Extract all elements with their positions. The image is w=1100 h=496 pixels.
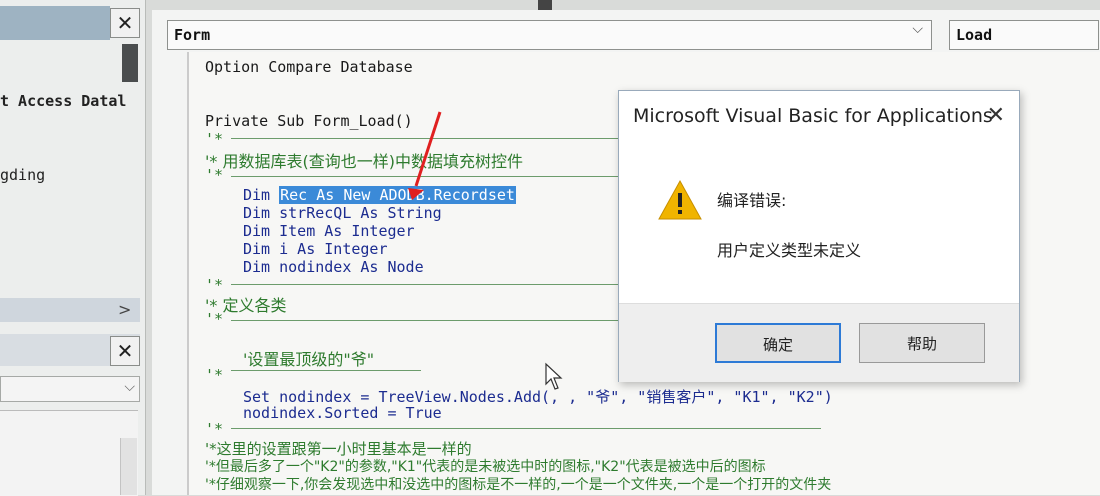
error-message: 用户定义类型未定义 [717,241,862,260]
comment-line[interactable]: '* [205,366,223,384]
annotation-arrow-icon [408,111,442,200]
panel-close-button[interactable]: ✕ [110,8,140,38]
panel-text-item: gding [0,166,46,184]
help-button[interactable]: 帮助 [859,323,985,363]
procedure-combo-value: Load [956,26,993,44]
code-line-dim[interactable]: Dim nodindex As Node [243,258,424,276]
panel-titlebar [0,6,110,40]
comment-rule [231,428,821,429]
error-title: 编译错误: [717,191,787,210]
panel-combo[interactable]: ⌵ [0,376,140,402]
code-line-dim-rec[interactable]: Dim Rec As New ADODB.Recordset [243,186,516,204]
selected-text[interactable]: Rec As New ADODB.Recordset [279,186,516,204]
comment-rule [231,320,621,321]
chevron-down-icon[interactable]: ⌵ [912,21,923,37]
ok-button[interactable]: 确定 [715,323,841,363]
panel-text-access: t Access Datal [0,92,127,110]
chevron-right-icon[interactable]: > [118,300,131,319]
panel-list-scrollbar[interactable] [120,438,137,495]
mouse-cursor-icon [545,362,563,390]
left-panel: ✕ t Access Datal gding > ✕ ⌵ [0,0,146,496]
dialog-title: Microsoft Visual Basic for Applications [633,105,993,127]
code-line-dim[interactable]: Dim i As Integer [243,240,388,258]
comment-line[interactable]: '* [205,420,223,438]
error-dialog: Microsoft Visual Basic for Applications … [618,90,1020,382]
warning-icon [658,179,702,220]
chevron-down-icon[interactable]: ⌵ [124,379,135,395]
procedure-combo[interactable]: Load [949,20,1099,50]
code-line-dim[interactable]: Dim Item As Integer [243,222,415,240]
panel-scrollbar[interactable] [122,44,138,82]
comment-rule [231,370,421,371]
comment-line[interactable]: '* [205,166,223,184]
code-line-option[interactable]: Option Compare Database [205,58,413,76]
code-line-sub[interactable]: Private Sub Form_Load() [205,112,413,130]
code-line-sorted[interactable]: nodindex.Sorted = True [243,404,442,422]
comment-line[interactable]: '* [205,310,223,328]
comment-line[interactable]: '* [205,130,223,148]
comment-line[interactable]: '*但最后多了一个"K2"的参数,"K1"代表的是未被选中时的图标,"K2"代表… [205,456,766,476]
close-icon[interactable]: ✕ [987,103,1005,128]
comment-line[interactable]: '*仔细观察一下,你会发现选中和没选中的图标是不一样的,一个是一个文件夹,一个是… [205,474,831,494]
comment-line[interactable]: '设置最顶级的"爷" [243,346,374,370]
comment-rule [231,284,621,285]
object-combo-value: Form [174,26,211,44]
window-notch [538,0,552,10]
dim-keyword: Dim [243,186,280,204]
panel-list[interactable] [0,410,138,496]
comment-line[interactable]: '* 用数据库表(查询也一样)中数据填充树控件 [205,148,523,172]
section-close-button[interactable]: ✕ [110,336,140,366]
object-combo[interactable]: Form ⌵ [167,20,932,50]
code-line-dim[interactable]: Dim strRecQL As String [243,204,442,222]
